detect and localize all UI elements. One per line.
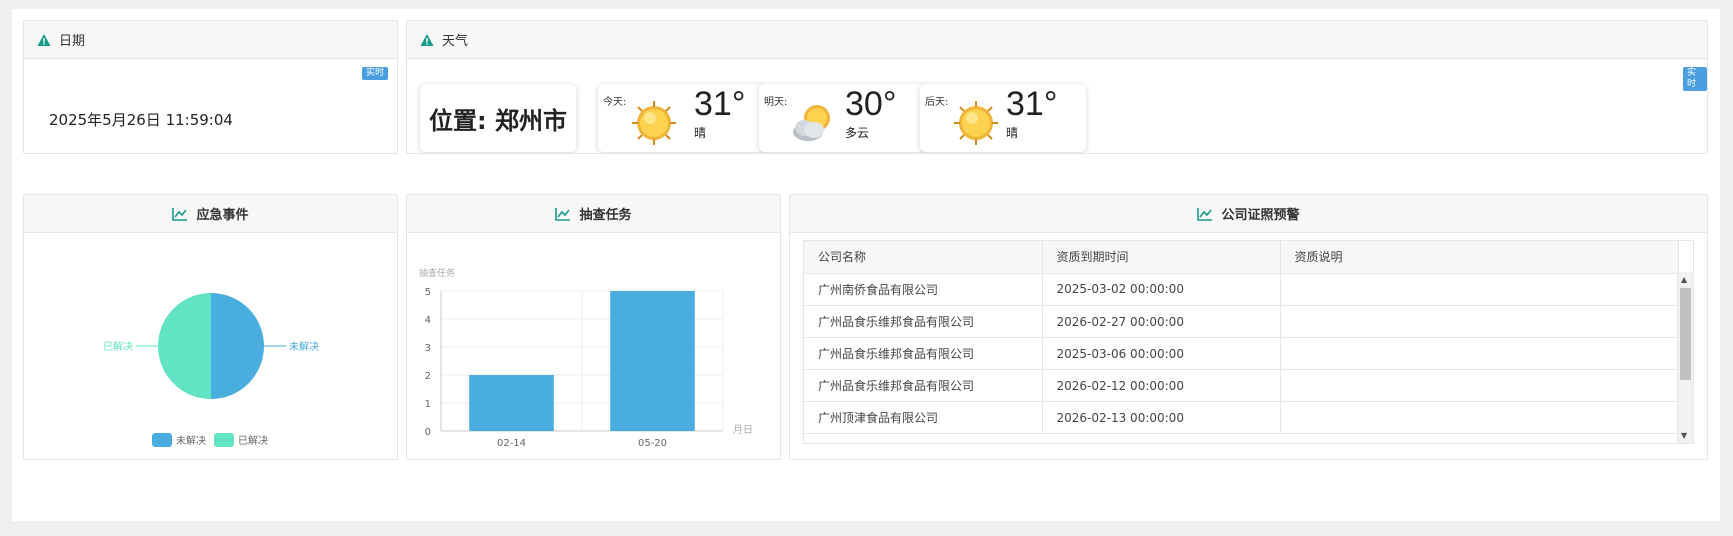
x-axis-label: 月日 — [733, 424, 753, 436]
emergency-panel-title: 应急事件 — [196, 208, 249, 223]
weather-panel-header: 天气 — [407, 21, 1707, 59]
bar-chart: 抽查任务 0 1 2 3 4 5 02-14 05-20 月日 — [419, 267, 753, 449]
line-chart-icon — [555, 207, 571, 221]
date-panel: 日期 实时 2025年5月26日 11:59:04 — [23, 20, 398, 154]
inspection-panel: 抽查任务 抽查任务 0 1 2 3 4 5 02-14 05-20 月日 — [406, 194, 781, 460]
emergency-panel: 应急事件 未解决 已解决 未解决 已解决 — [23, 194, 398, 460]
weather-panel: 天气 实时 位置: 郑州市 今天: 31° 晴 明天: 30° 多云 后天: 3… — [406, 20, 1708, 154]
y-tick-label: 5 — [425, 287, 431, 298]
date-panel-title: 日期 — [59, 34, 86, 49]
y-tick-label: 1 — [425, 399, 431, 410]
bar[interactable] — [610, 291, 695, 431]
legend-label[interactable]: 未解决 — [176, 434, 206, 447]
temperature: 30° — [845, 85, 897, 123]
expiry-time: 2026-02-13 00:00:00 — [1042, 401, 1281, 434]
company-name: 广州南侨食品有限公司 — [804, 273, 1043, 306]
license-note — [1280, 369, 1679, 402]
table-row[interactable]: 广州品食乐维邦食品有限公司 2025-03-06 00:00:00 — [804, 337, 1679, 370]
expiry-time: 2026-02-27 00:00:00 — [1042, 305, 1281, 338]
table-row[interactable]: 广州品食乐维邦食品有限公司 2026-02-27 00:00:00 — [804, 305, 1679, 338]
x-tick-label: 02-14 — [497, 438, 526, 449]
scroll-thumb[interactable] — [1680, 288, 1691, 380]
temperature: 31° — [1006, 85, 1058, 123]
bar[interactable] — [469, 375, 554, 431]
line-chart-icon — [1197, 207, 1213, 221]
warning-icon — [420, 33, 434, 46]
expiry-time: 2026-02-12 00:00:00 — [1042, 369, 1281, 402]
license-note — [1280, 305, 1679, 338]
emergency-panel-header: 应急事件 — [24, 195, 397, 233]
warning-icon — [37, 33, 51, 46]
inspection-panel-header: 抽查任务 — [407, 195, 780, 233]
date-panel-header: 日期 — [24, 21, 397, 59]
y-tick-label: 3 — [425, 343, 431, 354]
location-card: 位置: 郑州市 — [420, 84, 576, 152]
scroll-up-arrow-icon[interactable]: ▲ — [1681, 275, 1687, 284]
table-body: 广州南侨食品有限公司 2025-03-02 00:00:00 广州品食乐维邦食品… — [804, 273, 1679, 434]
line-chart-icon — [172, 207, 188, 221]
expiry-time: 2025-03-02 00:00:00 — [1042, 273, 1281, 306]
pie-slice[interactable] — [158, 293, 211, 399]
column-header[interactable]: 资质说明 — [1280, 241, 1679, 274]
day-label: 后天: — [925, 97, 949, 108]
weather-today-card: 今天: 31° 晴 — [598, 84, 764, 152]
y-tick-label: 4 — [425, 315, 431, 326]
table-scrollbar[interactable]: ▲ ▼ — [1677, 272, 1693, 443]
condition: 晴 — [1006, 126, 1019, 140]
company-name: 广州品食乐维邦食品有限公司 — [804, 369, 1043, 402]
legend-label[interactable]: 已解决 — [238, 434, 268, 447]
weather-tomorrow-card: 明天: 30° 多云 — [759, 84, 925, 152]
dashboard: 日期 实时 2025年5月26日 11:59:04 天气 实时 位置: 郑州市 … — [12, 9, 1720, 521]
location-text: 位置: 郑州市 — [429, 106, 567, 135]
license-panel-title: 公司证照预警 — [1221, 208, 1300, 223]
legend-swatch[interactable] — [214, 433, 234, 447]
license-note — [1280, 273, 1679, 306]
y-tick-label: 2 — [425, 371, 431, 382]
day-label: 今天: — [603, 97, 627, 108]
expiry-time: 2025-03-06 00:00:00 — [1042, 337, 1281, 370]
company-name: 广州顶津食品有限公司 — [804, 401, 1043, 434]
sun-icon — [954, 101, 998, 145]
realtime-badge: 实时 — [362, 67, 389, 80]
column-header[interactable]: 公司名称 — [804, 241, 1043, 274]
license-panel-header: 公司证照预警 — [790, 195, 1707, 233]
license-table: 公司名称 资质到期时间 资质说明 广州南侨食品有限公司 2025-03-02 0… — [803, 240, 1694, 444]
weather-panel-title: 天气 — [442, 34, 469, 49]
scroll-down-arrow-icon[interactable]: ▼ — [1681, 431, 1687, 440]
table-row[interactable]: 广州顶津食品有限公司 2026-02-13 00:00:00 — [804, 401, 1679, 434]
table-row[interactable]: 广州品食乐维邦食品有限公司 2026-02-12 00:00:00 — [804, 369, 1679, 402]
column-header[interactable]: 资质到期时间 — [1042, 241, 1281, 274]
x-tick-label: 05-20 — [638, 438, 667, 449]
partly-cloudy-icon — [793, 105, 830, 141]
pie-chart: 未解决已解决未解决 已解决 — [103, 293, 319, 447]
day-label: 明天: — [764, 97, 788, 108]
pie-slice-label: 已解决 — [103, 340, 133, 353]
inspection-panel-title: 抽查任务 — [579, 208, 632, 223]
company-name: 广州品食乐维邦食品有限公司 — [804, 305, 1043, 338]
license-note — [1280, 401, 1679, 434]
pie-slice[interactable] — [211, 293, 264, 399]
y-axis-label: 抽查任务 — [419, 267, 455, 279]
license-note — [1280, 337, 1679, 370]
legend-swatch[interactable] — [152, 433, 172, 447]
company-name: 广州品食乐维邦食品有限公司 — [804, 337, 1043, 370]
weather-day-after-card: 后天: 31° 晴 — [920, 84, 1086, 152]
realtime-badge: 实时 — [1683, 67, 1707, 91]
pie-slice-label: 未解决 — [289, 340, 319, 353]
table-row[interactable]: 广州南侨食品有限公司 2025-03-02 00:00:00 — [804, 273, 1679, 306]
y-tick-label: 0 — [425, 427, 431, 438]
condition: 晴 — [694, 126, 707, 140]
temperature: 31° — [694, 85, 746, 123]
condition: 多云 — [845, 126, 870, 140]
table-header: 公司名称 资质到期时间 资质说明 — [804, 241, 1679, 274]
current-datetime: 2025年5月26日 11:59:04 — [49, 111, 233, 129]
license-panel: 公司证照预警 公司名称 资质到期时间 资质说明 广州南侨食品有限公司 2025-… — [789, 194, 1708, 460]
sun-icon — [632, 101, 676, 145]
